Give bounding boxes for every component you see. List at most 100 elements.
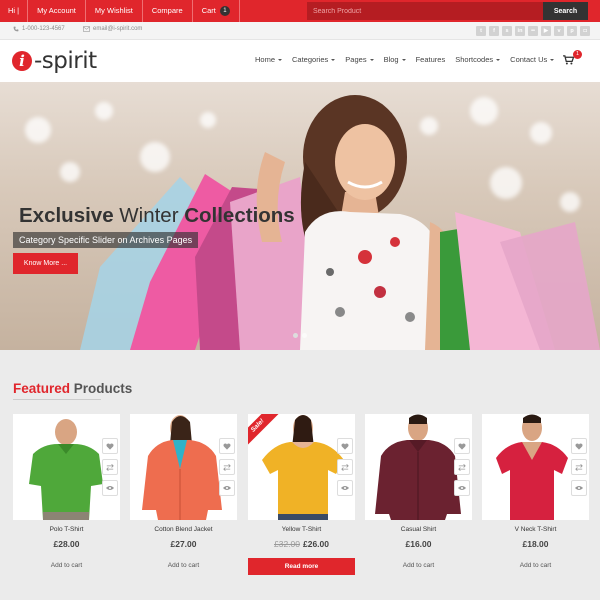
nav-label: Home xyxy=(255,55,276,64)
product-name[interactable]: Casual Shirt xyxy=(365,526,472,533)
greeting-link[interactable]: Hi | xyxy=(0,0,29,22)
add-to-cart-button[interactable]: Add to cart xyxy=(13,562,120,569)
product-name[interactable]: Yellow T-Shirt xyxy=(248,526,355,533)
add-to-cart-button[interactable]: Add to cart xyxy=(130,562,237,569)
skype-icon[interactable]: s xyxy=(502,26,512,36)
site-logo[interactable]: i -spirit xyxy=(12,47,97,75)
nav-label: Features xyxy=(415,55,446,64)
phone-icon xyxy=(13,26,19,32)
product-image[interactable] xyxy=(13,414,120,520)
slider-dot-1[interactable] xyxy=(293,333,298,338)
search-input[interactable] xyxy=(307,2,543,20)
product-actions xyxy=(337,438,353,496)
product-price: £16.00 xyxy=(405,539,432,549)
nav-home[interactable]: Home xyxy=(255,55,283,64)
add-to-cart-button[interactable]: Add to cart xyxy=(365,562,472,569)
product-actions xyxy=(219,438,235,496)
youtube-icon[interactable]: ▶ xyxy=(541,26,551,36)
compare-arrows-icon[interactable] xyxy=(337,459,353,475)
twitter-icon[interactable]: t xyxy=(476,26,486,36)
wishlist-heart-icon[interactable] xyxy=(454,438,470,454)
email-address: email@i-spirit.com xyxy=(93,26,143,32)
slider-dots xyxy=(293,333,307,338)
cart-icon xyxy=(563,55,575,65)
product-image[interactable] xyxy=(130,414,237,520)
flickr-icon[interactable]: •• xyxy=(528,26,538,36)
compare-arrows-icon[interactable] xyxy=(571,459,587,475)
quick-view-eye-icon[interactable] xyxy=(102,480,118,496)
nav-blog[interactable]: Blog xyxy=(384,55,406,64)
product-card: V Neck T-Shirt £18.00 Add to cart xyxy=(482,414,589,579)
nav-categories[interactable]: Categories xyxy=(292,55,336,64)
compare-arrows-icon[interactable] xyxy=(219,459,235,475)
nav-label: Shortcodes xyxy=(455,55,494,64)
read-more-button[interactable]: Read more xyxy=(248,558,355,575)
my-account-link[interactable]: My Account xyxy=(28,0,86,22)
nav-shortcodes[interactable]: Shortcodes xyxy=(455,55,501,64)
product-name[interactable]: Polo T-Shirt xyxy=(13,526,120,533)
cart-link[interactable]: Cart 1 xyxy=(193,0,240,22)
product-image[interactable] xyxy=(365,414,472,520)
featured-title-rest: Products xyxy=(70,381,133,396)
quick-view-eye-icon[interactable] xyxy=(219,480,235,496)
wishlist-heart-icon[interactable] xyxy=(571,438,587,454)
product-card: Polo T-Shirt £28.00 Add to cart xyxy=(13,414,120,579)
compare-arrows-icon[interactable] xyxy=(102,459,118,475)
product-price: £27.00 xyxy=(170,539,197,549)
hero-slider: Exclusive Winter Collections Category Sp… xyxy=(0,82,600,350)
instagram-icon[interactable]: ◘ xyxy=(580,26,590,36)
quick-view-eye-icon[interactable] xyxy=(571,480,587,496)
wishlist-heart-icon[interactable] xyxy=(337,438,353,454)
product-price: £18.00 xyxy=(522,539,549,549)
wishlist-heart-icon[interactable] xyxy=(102,438,118,454)
nav-contact-us[interactable]: Contact Us xyxy=(510,55,555,64)
logo-text: -spirit xyxy=(34,48,97,74)
caret-down-icon xyxy=(331,59,336,61)
quick-view-eye-icon[interactable] xyxy=(337,480,353,496)
slider-dot-2[interactable] xyxy=(302,333,307,338)
hero-title-bold-2: Collections xyxy=(184,204,295,227)
linkedin-icon[interactable]: in xyxy=(515,26,525,36)
my-wishlist-link[interactable]: My Wishlist xyxy=(86,0,143,22)
header-cart[interactable]: 1 xyxy=(563,50,582,70)
compare-link[interactable]: Compare xyxy=(143,0,193,22)
email-icon xyxy=(83,26,90,32)
nav-features[interactable]: Features xyxy=(416,55,446,64)
nav-label: Blog xyxy=(383,55,399,64)
email-contact[interactable]: email@i-spirit.com xyxy=(83,26,142,32)
quick-view-eye-icon[interactable] xyxy=(454,480,470,496)
compare-arrows-icon[interactable] xyxy=(454,459,470,475)
product-card: Sale! Yellow T-Shirt £32.00 £26.00 Read m… xyxy=(248,414,355,579)
cart-count-badge: 1 xyxy=(219,6,230,16)
top-bar: Hi | My Account My Wishlist Compare Cart… xyxy=(0,0,600,22)
product-image[interactable]: Sale! xyxy=(248,414,355,520)
product-price: £28.00 xyxy=(53,539,80,549)
cart-link-label: Cart xyxy=(201,6,216,15)
top-links: Hi | My Account My Wishlist Compare Cart… xyxy=(0,0,240,22)
nav-pages[interactable]: Pages xyxy=(345,55,374,64)
hero-subtitle: Category Specific Slider on Archives Pag… xyxy=(13,232,199,248)
nav-label: Contact Us xyxy=(510,55,548,64)
product-price: £32.00 £26.00 xyxy=(248,539,355,549)
contact-bar: 1-000-123-4567 email@i-spirit.com t f s … xyxy=(0,22,600,40)
know-more-button[interactable]: Know More ... xyxy=(13,253,78,274)
product-sale-price: £26.00 xyxy=(303,539,329,549)
caret-down-icon xyxy=(369,59,374,61)
facebook-icon[interactable]: f xyxy=(489,26,499,36)
product-old-price: £32.00 xyxy=(274,539,300,549)
caret-down-icon xyxy=(496,59,501,61)
product-image[interactable] xyxy=(482,414,589,520)
title-underline xyxy=(13,399,101,400)
product-name[interactable]: Cotton Blend Jacket xyxy=(130,526,237,533)
wishlist-heart-icon[interactable] xyxy=(219,438,235,454)
social-links: t f s in •• ▶ v p ◘ xyxy=(476,26,590,36)
product-name[interactable]: V Neck T-Shirt xyxy=(482,526,589,533)
search-button[interactable]: Search xyxy=(543,2,588,20)
add-to-cart-button[interactable]: Add to cart xyxy=(482,562,589,569)
vimeo-icon[interactable]: v xyxy=(554,26,564,36)
product-actions xyxy=(102,438,118,496)
pinterest-icon[interactable]: p xyxy=(567,26,577,36)
hero-title: Exclusive Winter Collections xyxy=(19,204,295,228)
product-actions xyxy=(454,438,470,496)
header-cart-badge: 1 xyxy=(573,50,582,59)
